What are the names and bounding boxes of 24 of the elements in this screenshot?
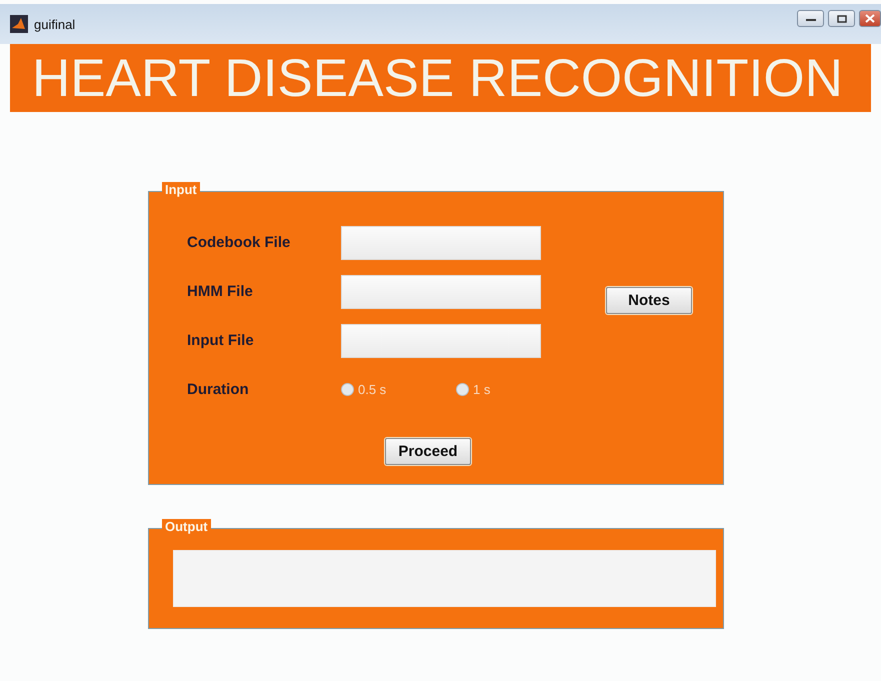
panel-legend: Output	[162, 519, 211, 535]
radio-button[interactable]	[456, 383, 469, 396]
close-button[interactable]	[859, 10, 881, 27]
field-label: Duration	[187, 381, 250, 398]
panel-legend: Input	[162, 182, 200, 198]
field-label: HMM File	[187, 283, 254, 300]
maximize-button[interactable]	[828, 10, 855, 27]
app-icon	[10, 15, 28, 33]
input-field[interactable]	[341, 274, 541, 308]
radio-button[interactable]	[341, 383, 354, 396]
maximize-icon	[836, 14, 846, 22]
minimize-button[interactable]	[797, 10, 824, 27]
field-label: Codebook File	[187, 234, 292, 251]
minimize-icon	[806, 16, 816, 20]
window-title: guifinal	[34, 16, 76, 32]
input-field[interactable]	[341, 324, 541, 358]
radio-label: 1 s	[473, 382, 490, 397]
proceed-button[interactable]: Proceed	[385, 438, 471, 465]
close-icon	[865, 14, 875, 23]
banner-title: HEART DISEASE RECOGNITION	[10, 44, 871, 112]
input-field[interactable]	[341, 226, 541, 260]
notes-button[interactable]: Notes	[606, 287, 692, 314]
radio-label: 0.5 s	[358, 382, 386, 397]
field-label: Input File	[187, 332, 255, 349]
